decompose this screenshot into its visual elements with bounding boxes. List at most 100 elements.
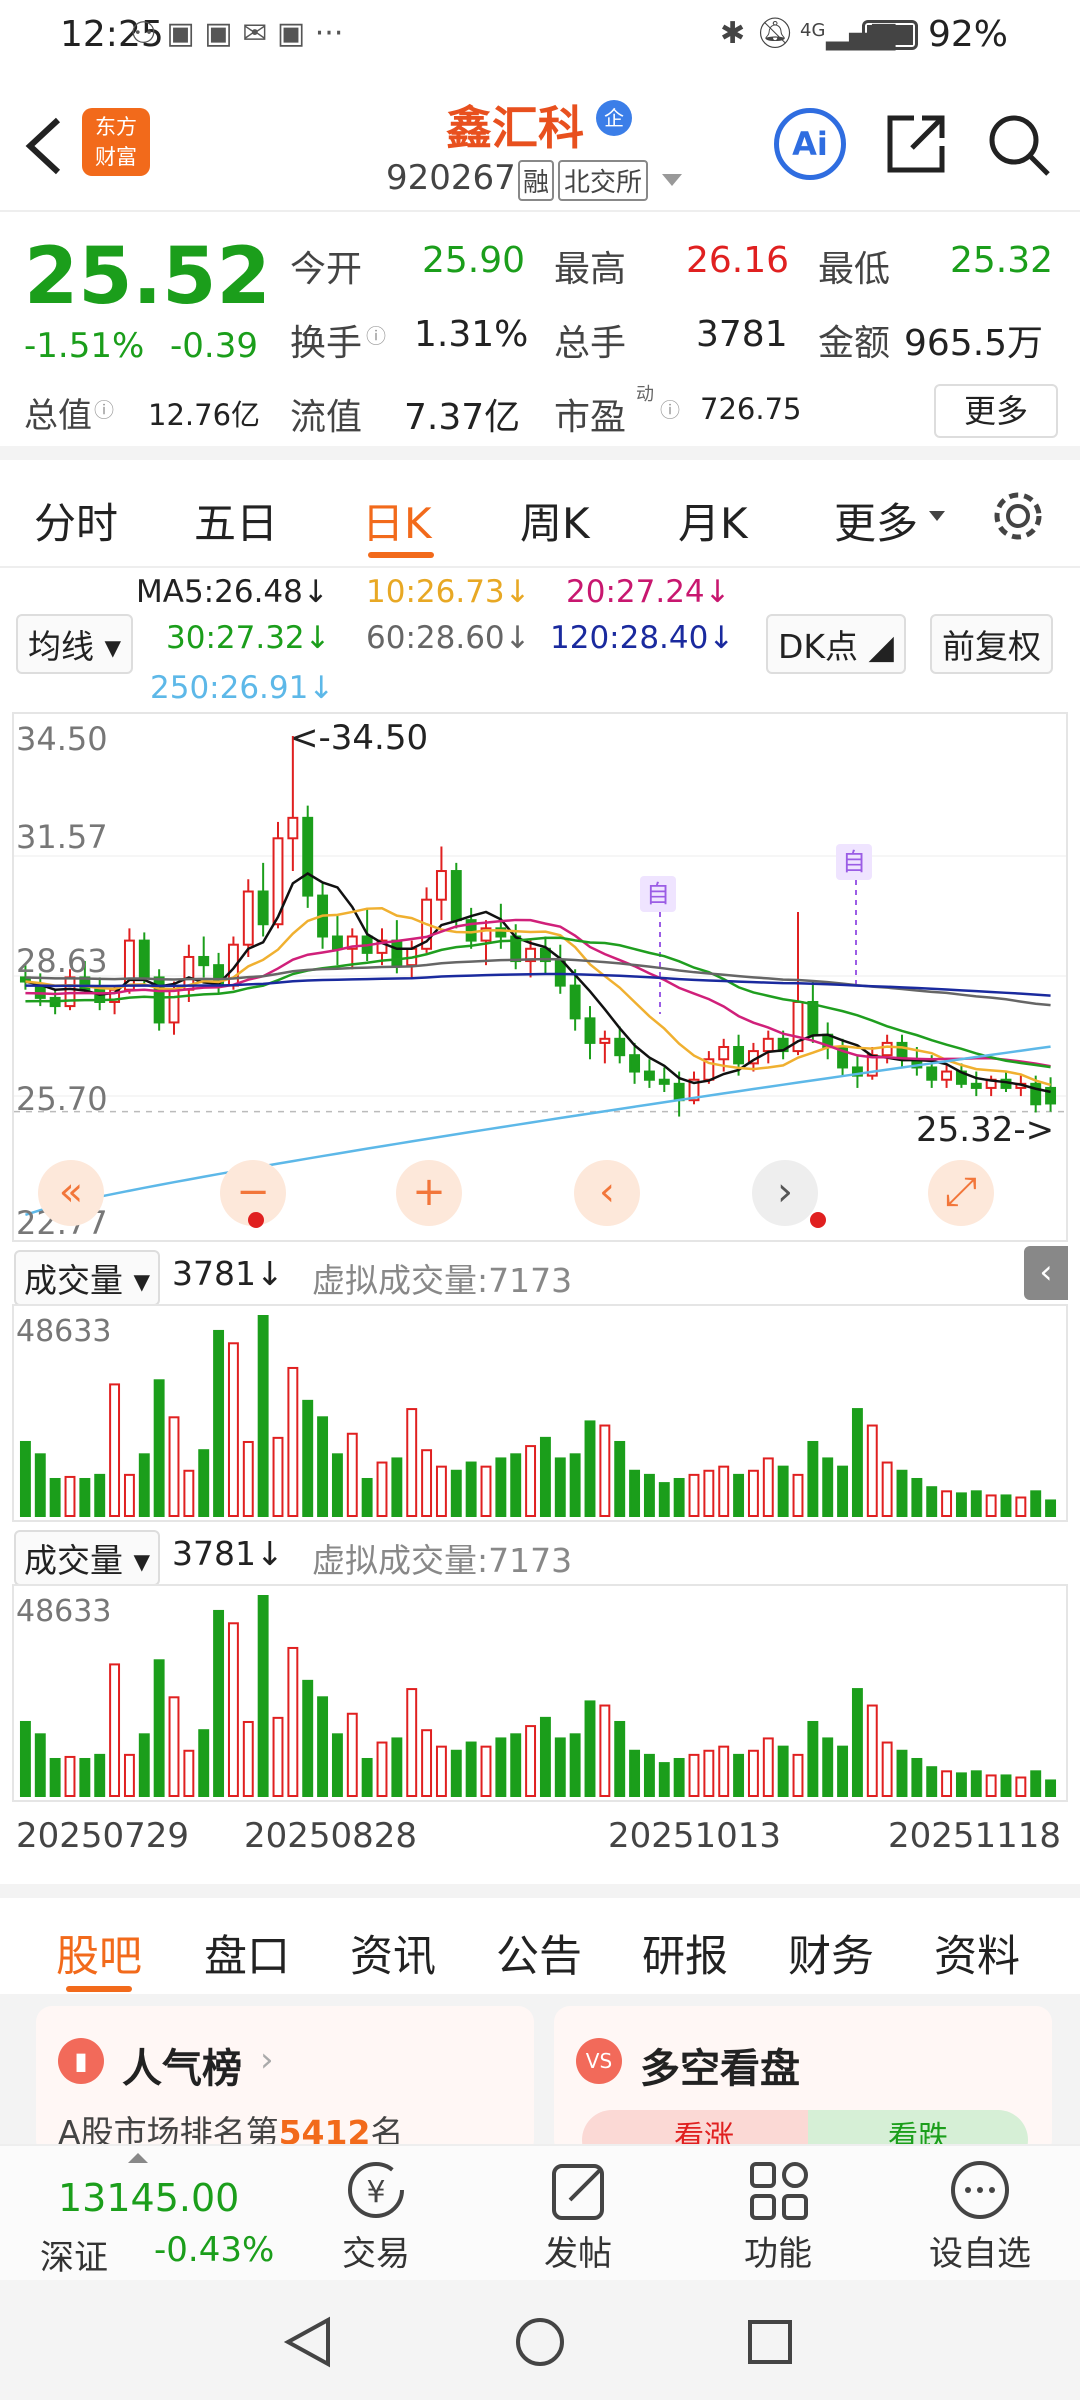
more-button[interactable]: 更多 [934, 384, 1058, 438]
add-watchlist-button[interactable]: 设自选 [910, 2156, 1050, 2275]
volume-bar [153, 1379, 165, 1518]
volume-bar [688, 1753, 700, 1797]
candle-body [599, 1037, 611, 1044]
volume-bar [1015, 1776, 1027, 1798]
dk-point-button[interactable]: DK点 ◢ [766, 614, 906, 674]
post-button[interactable]: 发帖 [508, 2156, 648, 2275]
popularity-card[interactable]: ▮ 人气榜 › A股市场排名第5412名 [36, 2006, 534, 2156]
change-amount: -0.39 [170, 326, 258, 366]
scroll-right-button[interactable]: › [752, 1160, 818, 1226]
ma120-value: 120:28.40↓ [550, 620, 735, 656]
tab-pankou[interactable]: 盘口 [204, 1922, 290, 1984]
current-price: 25.52 [24, 232, 271, 322]
info-icon[interactable]: ⓘ [660, 394, 680, 423]
volume-bar [331, 1453, 343, 1517]
volume-bar [643, 1473, 655, 1517]
share-icon[interactable] [884, 112, 948, 176]
scroll-left-fast-button[interactable]: « [38, 1160, 104, 1226]
info-icon[interactable]: ⓘ [94, 394, 114, 423]
candle-body [331, 935, 343, 950]
high-label: 最高 [554, 249, 627, 290]
cards-area: ▮ 人气榜 › A股市场排名第5412名 VS 多空看盘 看涨 看跌 [0, 1994, 1080, 2170]
volume-bar [495, 1737, 507, 1797]
index-value[interactable]: 13145.00 [58, 2176, 239, 2220]
self-marker-1[interactable]: 自 [640, 876, 676, 912]
function-button[interactable]: 功能 [708, 2156, 848, 2275]
bull-bear-card[interactable]: VS 多空看盘 看涨 看跌 [554, 2006, 1052, 2170]
edit-icon [552, 2164, 604, 2220]
tab-guba[interactable]: 股吧 [56, 1922, 142, 1984]
ma-selector[interactable]: 均线 ▾ [16, 614, 134, 674]
settings-gear-icon[interactable] [990, 488, 1046, 544]
volume-bar [391, 1457, 403, 1517]
volume-bar [361, 1477, 373, 1518]
tab-fenshi[interactable]: 分时 [34, 490, 118, 551]
volume-bar [465, 1461, 477, 1517]
volume-label: 总手 [554, 323, 627, 364]
back-arrow-icon[interactable] [20, 114, 64, 178]
volume-bar [376, 1461, 388, 1517]
self-marker-2[interactable]: 自 [836, 844, 872, 880]
trade-button[interactable]: ¥ 交易 [306, 2156, 446, 2275]
scroll-left-button[interactable]: ‹ [574, 1160, 640, 1226]
tab-monthly-k[interactable]: 月K [678, 490, 748, 551]
post-label: 发帖 [544, 2234, 612, 2274]
volume-bar [703, 1749, 715, 1798]
info-icon[interactable]: ⓘ [366, 320, 386, 349]
y-label-4: 25.70 [16, 1080, 108, 1118]
fullscreen-icon[interactable]: ⤢ [928, 1160, 994, 1226]
candle-body [138, 939, 150, 979]
collapse-panel-icon[interactable]: ‹ [1024, 1246, 1068, 1300]
tab-wuri[interactable]: 五日 [194, 490, 278, 551]
volume-bar [495, 1457, 507, 1517]
volume-bar [183, 1749, 195, 1798]
dropdown-icon[interactable] [660, 172, 684, 188]
kline-tabs: 分时 五日 日K 周K 月K 更多 [0, 460, 1080, 568]
kline-chart[interactable]: 34.50 31.57 28.63 25.70 22.77 <-34.50 25… [12, 712, 1068, 1242]
chevron-right-icon: › [260, 2040, 274, 2080]
volume-bar [198, 1729, 210, 1797]
ma-selector-label: 均线 [28, 627, 94, 666]
volume-bar [213, 1329, 225, 1517]
nav-recents-icon[interactable] [742, 2314, 798, 2370]
nav-home-icon[interactable] [512, 2314, 568, 2370]
tab-weekly-k[interactable]: 周K [520, 490, 590, 551]
red-dot-indicator [810, 1212, 826, 1228]
tab-daily-k[interactable]: 日K [362, 490, 432, 551]
volume-bar [866, 1424, 878, 1517]
volume-bars-svg [19, 1315, 1057, 1518]
volume-selector[interactable]: 成交量 ▾ [14, 1530, 161, 1586]
adjust-button[interactable]: 前复权 [930, 614, 1053, 674]
volume-selector[interactable]: 成交量 ▾ [14, 1250, 161, 1306]
tab-profile[interactable]: 资料 [934, 1922, 1020, 1984]
tab-finance[interactable]: 财务 [788, 1922, 874, 1984]
volume-bar [955, 1772, 967, 1797]
tab-news[interactable]: 资讯 [350, 1922, 436, 1984]
volume-bar [19, 1720, 31, 1798]
tab-announcements[interactable]: 公告 [496, 1922, 582, 1984]
volume-bar [747, 1749, 759, 1798]
volume-bar [569, 1733, 581, 1797]
volume-bar [435, 1745, 447, 1797]
app-logo: 东方 财富 [82, 108, 150, 176]
volume-bar [34, 1733, 46, 1797]
volume-bar [643, 1753, 655, 1797]
turnover-value: 1.31% [414, 314, 529, 355]
zoom-in-button[interactable]: + [396, 1160, 462, 1226]
search-icon[interactable] [986, 112, 1052, 178]
tab-more[interactable]: 更多 [834, 490, 918, 551]
amount-label: 金额 [818, 323, 891, 364]
volume-bar [733, 1753, 745, 1797]
volume-bar [881, 1461, 893, 1517]
volume-bar [257, 1315, 269, 1517]
candle-body [287, 816, 299, 840]
volume-bar [851, 1408, 863, 1517]
volume-bar [525, 1445, 537, 1517]
index-change: -0.43% [154, 2230, 275, 2270]
nav-back-icon[interactable] [280, 2314, 336, 2370]
ai-button[interactable]: Ai [774, 108, 846, 180]
tab-research[interactable]: 研报 [642, 1922, 728, 1984]
ma20-value: 20:27.24↓ [566, 574, 731, 610]
volume-header-2: 成交量 ▾ 3781↓ 虚拟成交量:7173 [12, 1530, 1068, 1586]
popular-title: 人气榜 [122, 2046, 242, 2092]
